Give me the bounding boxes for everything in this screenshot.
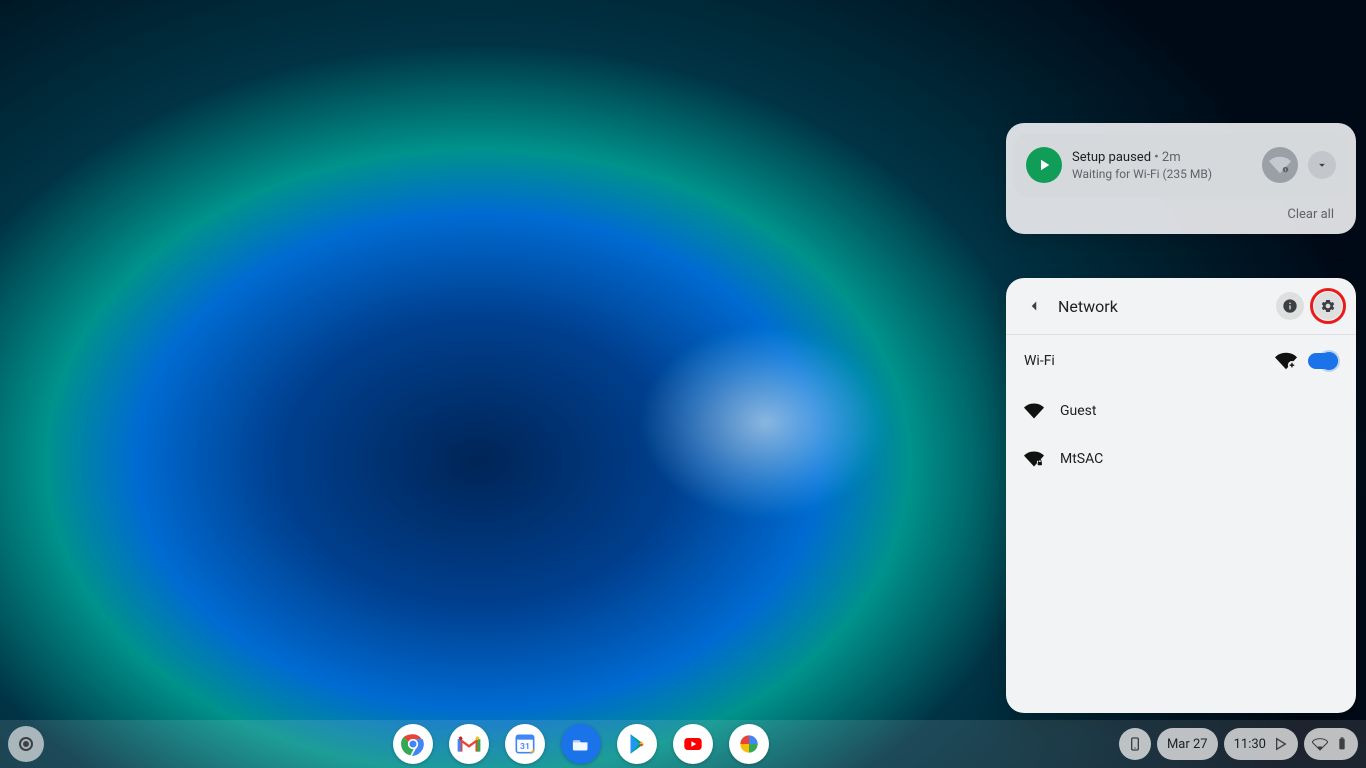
- app-photos[interactable]: [729, 724, 769, 764]
- shelf-apps: 31: [393, 724, 769, 764]
- youtube-icon: [680, 731, 706, 757]
- network-panel-header: Network: [1006, 278, 1356, 335]
- info-icon: [1282, 298, 1298, 314]
- network-quick-settings-panel: Network Wi-Fi Guest MtSAC: [1006, 278, 1356, 713]
- play-store-icon: [624, 731, 650, 757]
- phone-icon: [1127, 736, 1143, 752]
- phone-hub-button[interactable]: [1119, 728, 1151, 760]
- status-quick-settings-button[interactable]: [1304, 728, 1358, 760]
- app-youtube[interactable]: [673, 724, 713, 764]
- wifi-network-name: Guest: [1060, 403, 1096, 419]
- files-icon: [568, 731, 594, 757]
- wifi-toggle-row: Wi-Fi: [1006, 335, 1356, 387]
- notifications-panel: Setup paused • 2m Waiting for Wi-Fi (235…: [1006, 123, 1356, 234]
- wifi-network-item[interactable]: Guest: [1006, 387, 1356, 435]
- notification-title: Setup paused: [1072, 150, 1151, 165]
- app-chrome[interactable]: [393, 724, 433, 764]
- shelf: 31: [0, 720, 1366, 768]
- wifi-toggle-switch[interactable]: [1308, 353, 1338, 369]
- svg-text:31: 31: [521, 742, 531, 752]
- battery-icon: [1334, 736, 1350, 752]
- highlight-ring: [1310, 288, 1346, 324]
- app-files[interactable]: [561, 724, 601, 764]
- calendar-icon: 31: [512, 731, 538, 757]
- photos-icon: [736, 731, 762, 757]
- add-wifi-button[interactable]: [1274, 349, 1298, 373]
- wifi-label: Wi-Fi: [1024, 353, 1264, 369]
- clear-all-button[interactable]: Clear all: [1287, 207, 1334, 222]
- launcher-dot-icon: [23, 741, 29, 747]
- status-tray: Mar 27 11:30: [1119, 726, 1358, 762]
- status-time: 11:30: [1234, 737, 1266, 752]
- wifi-weak-icon: [1312, 736, 1328, 752]
- expand-notification-button[interactable]: [1308, 151, 1336, 179]
- network-panel-title: Network: [1058, 297, 1266, 316]
- gmail-icon: [456, 731, 482, 757]
- wifi-network-item[interactable]: MtSAC: [1006, 435, 1356, 483]
- app-gmail[interactable]: [449, 724, 489, 764]
- network-settings-button[interactable]: [1314, 292, 1342, 320]
- play-outline-icon: [1272, 736, 1288, 752]
- wifi-waiting-icon[interactable]: !: [1262, 147, 1298, 183]
- chrome-icon: [400, 731, 426, 757]
- wifi-network-name: MtSAC: [1060, 451, 1103, 467]
- launcher-button[interactable]: [8, 726, 44, 762]
- date-pill[interactable]: Mar 27: [1157, 728, 1218, 760]
- wifi-locked-icon: [1024, 449, 1044, 469]
- wifi-plus-icon: [1275, 350, 1297, 372]
- chevron-down-icon: [1315, 158, 1329, 172]
- app-calendar[interactable]: 31: [505, 724, 545, 764]
- notification-separator: •: [1154, 150, 1162, 165]
- wifi-open-icon: [1024, 401, 1044, 421]
- play-protect-icon: [1026, 147, 1062, 183]
- status-area-button[interactable]: 11:30: [1224, 728, 1298, 760]
- status-date: Mar 27: [1167, 737, 1208, 752]
- back-button[interactable]: [1020, 292, 1048, 320]
- chevron-left-icon: [1025, 297, 1043, 315]
- svg-text:!: !: [1285, 168, 1286, 174]
- notification-text: Setup paused • 2m Waiting for Wi-Fi (235…: [1072, 150, 1252, 181]
- network-info-button[interactable]: [1276, 292, 1304, 320]
- notification-age: 2m: [1162, 150, 1181, 165]
- notification-card[interactable]: Setup paused • 2m Waiting for Wi-Fi (235…: [1014, 133, 1348, 197]
- app-play-store[interactable]: [617, 724, 657, 764]
- notification-subtitle: Waiting for Wi-Fi (235 MB): [1072, 167, 1252, 181]
